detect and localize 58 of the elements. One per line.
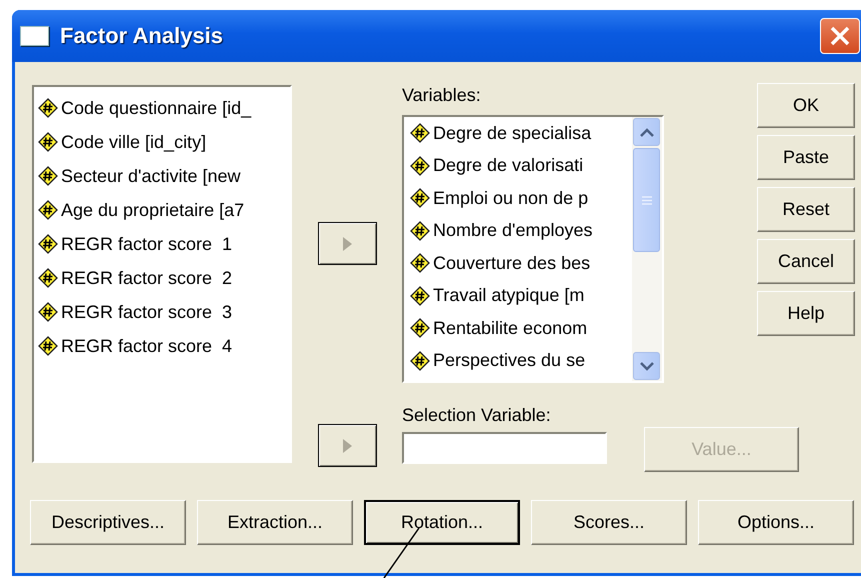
variable-item[interactable]: Couverture des bes — [433, 252, 590, 274]
scale-variable-icon — [38, 166, 58, 186]
variable-item[interactable]: Nombre d'employes — [433, 220, 593, 242]
move-button[interactable] — [318, 424, 377, 467]
variables-label: Variables: — [402, 85, 482, 107]
variable-item[interactable]: REGR factor score 1 — [61, 234, 232, 254]
scale-variable-icon — [410, 286, 430, 306]
close-button[interactable] — [820, 18, 860, 54]
scale-variable-icon — [410, 253, 430, 274]
scale-variable-icon — [38, 302, 58, 322]
variable-item[interactable]: Rentabilite econom — [433, 318, 588, 339]
scale-variable-icon — [38, 268, 58, 288]
dialog-button[interactable]: Descriptives... — [30, 500, 186, 545]
scrollbar[interactable] — [632, 117, 662, 381]
scale-variable-icon — [38, 336, 58, 356]
variable-item[interactable]: Emploi ou non de p — [433, 188, 588, 209]
variable-item[interactable]: Code questionnaire [id_ — [61, 98, 252, 118]
grip-icon — [642, 196, 652, 204]
close-icon — [829, 25, 851, 47]
scroll-up-icon — [640, 128, 654, 136]
selection-variable-field[interactable] — [402, 432, 607, 464]
variable-item[interactable]: REGR factor score 3 — [61, 302, 232, 322]
dialog-button[interactable]: Cancel — [757, 239, 855, 284]
scale-variable-icon — [410, 350, 430, 371]
scale-variable-icon — [38, 98, 58, 118]
scale-variable-icon — [410, 123, 430, 144]
variable-item[interactable]: Degre de specialisa — [433, 122, 592, 144]
window-icon — [20, 26, 49, 46]
variable-item[interactable]: REGR factor score 2 — [61, 268, 232, 288]
scale-variable-icon — [410, 188, 430, 208]
variable-item[interactable]: Perspectives du se — [433, 350, 586, 372]
scale-variable-icon — [410, 220, 430, 241]
variable-item[interactable]: Code ville [id_city] — [61, 132, 206, 152]
scale-variable-icon — [38, 200, 58, 220]
variable-item[interactable]: Secteur d'activite [new — [61, 166, 241, 186]
dialog-button[interactable]: Paste — [757, 135, 855, 180]
play-icon — [343, 236, 352, 250]
dialog-button[interactable]: Help — [757, 291, 855, 336]
scale-variable-icon — [38, 234, 58, 254]
dialog-button[interactable]: Scores... — [531, 500, 687, 545]
variable-item[interactable]: REGR factor score 4 — [61, 336, 232, 356]
scroll-down-icon — [640, 362, 654, 370]
scale-variable-icon — [410, 318, 430, 338]
scale-variable-icon — [410, 156, 430, 176]
scale-variable-icon — [38, 132, 58, 152]
dialog-button[interactable]: OK — [757, 83, 855, 128]
scroll-thumb[interactable] — [633, 148, 660, 252]
dialog-button[interactable]: Options... — [698, 500, 854, 545]
dialog-button[interactable]: Extraction... — [197, 500, 353, 545]
dialog-button[interactable]: Reset — [757, 187, 855, 232]
dialog-button[interactable]: Rotation... — [364, 500, 520, 545]
window-title: Factor Analysis — [60, 23, 224, 49]
variable-item[interactable]: Age du proprietaire [a7 — [61, 200, 244, 220]
play-icon — [343, 438, 352, 452]
variable-item[interactable]: Degre de valorisati — [433, 155, 584, 176]
variable-item[interactable]: Travail atypique [m — [433, 285, 584, 306]
move-button[interactable] — [318, 222, 377, 265]
selection-variable-label: Selection Variable: — [402, 405, 552, 426]
